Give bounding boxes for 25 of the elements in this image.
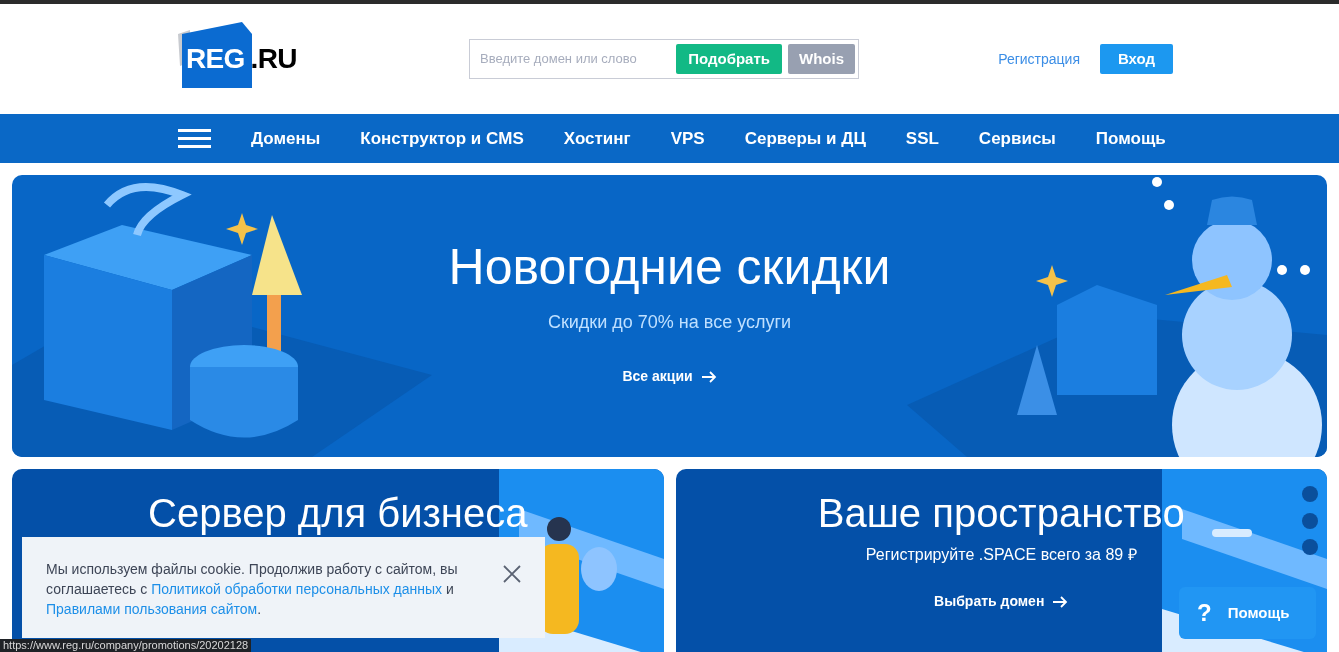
logo-suffix[interactable]: .RU — [250, 42, 297, 76]
promo-title: Новогодние скидки — [448, 238, 891, 297]
cookie-notice-text: Мы используем файлы cookie. Продолжив работу с сайтом, вы соглашаетесь с Политикой обработки персональных данных и Правилами пользования сайтом. — [46, 560, 459, 619]
help-button[interactable]: ? Помощь — [1179, 587, 1316, 639]
nav-link[interactable]: Конструктор и CMS — [360, 125, 524, 152]
status-url-tooltip: https://www.reg.ru/company/promotions/20202128 — [0, 639, 252, 652]
nav-link[interactable]: VPS — [670, 125, 705, 152]
register-link[interactable]: Регистрация — [998, 48, 1080, 70]
nav-link[interactable]: Серверы и ДЦ — [744, 125, 866, 152]
domain-search-input[interactable]: Введите домен или слово — [480, 49, 671, 69]
card-title: Ваше пространство — [817, 490, 1185, 537]
promo-subtitle: Скидки до 70% на все услуги — [547, 311, 792, 334]
nav-link[interactable]: Сервисы — [978, 125, 1056, 152]
privacy-policy-link[interactable]: Политикой обработки персональных данных — [151, 581, 443, 597]
help-question-mark: ? — [1197, 598, 1212, 628]
nav-link[interactable]: SSL — [905, 125, 939, 152]
card-title: Сервер для бизнеса — [148, 490, 528, 537]
login-button[interactable]: Вход — [1100, 44, 1173, 74]
nav-link[interactable]: Помощь — [1095, 125, 1166, 152]
choose-domain-link[interactable]: Выбрать домен — [934, 591, 1069, 612]
all-promotions-link[interactable]: Все акции — [622, 366, 717, 387]
help-label: Помощь — [1227, 602, 1290, 623]
nav-link[interactable]: Домены — [251, 125, 321, 152]
card-subtitle: Регистрируйте .SPACE всего за 89 ₽ — [865, 545, 1137, 565]
nav-link[interactable]: Хостинг — [563, 125, 631, 152]
